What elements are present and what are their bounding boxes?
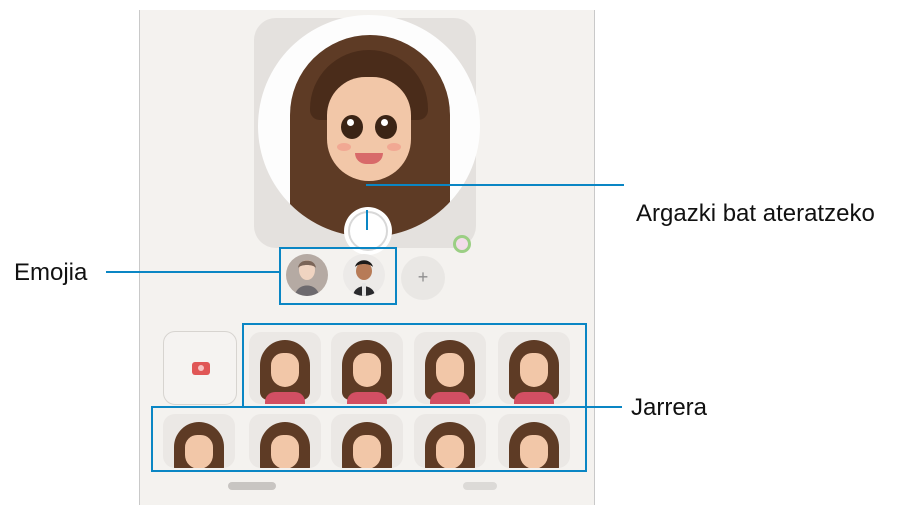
avatar-mouth <box>355 153 383 164</box>
emoji-callout-label: Emojia <box>14 259 88 286</box>
left-eye <box>341 115 363 139</box>
effects-icon[interactable] <box>453 235 471 253</box>
pose-tile[interactable] <box>163 414 235 468</box>
emoji-avatar-1-graphic <box>295 260 319 296</box>
camera-icon <box>192 362 210 375</box>
bottom-left-button[interactable] <box>228 482 276 490</box>
pose-tile[interactable] <box>498 332 570 404</box>
right-eye <box>375 115 397 139</box>
emoji-avatar-1[interactable] <box>286 254 328 296</box>
ar-emoji-preview <box>258 15 480 237</box>
pose-tile[interactable] <box>414 414 486 468</box>
bottom-right-button[interactable] <box>463 482 497 490</box>
camera-shutter-icon[interactable] <box>348 211 388 251</box>
capture-callout-label: Argazki bat ateratzeko <box>636 200 875 227</box>
right-cheek <box>387 143 401 151</box>
pose-tile[interactable] <box>414 332 486 404</box>
emoji-avatar-2[interactable] <box>343 254 385 296</box>
emoji-callout-line <box>106 271 279 273</box>
pose-callout-line <box>587 406 622 408</box>
left-cheek <box>337 143 351 151</box>
emoji-avatar-2-graphic <box>353 260 375 296</box>
pose-tile[interactable] <box>331 414 403 468</box>
pose-tile[interactable] <box>249 332 321 404</box>
pose-tile[interactable] <box>249 414 321 468</box>
avatar-face <box>327 77 411 181</box>
add-emoji-button[interactable]: + <box>401 256 445 300</box>
capture-callout-line <box>366 210 368 230</box>
pose-tile[interactable] <box>498 414 570 468</box>
create-sticker-camera-tile[interactable] <box>163 331 237 405</box>
pose-tile[interactable] <box>331 332 403 404</box>
capture-callout-line-h <box>366 184 624 186</box>
pose-callout-label: Jarrera <box>631 394 708 421</box>
